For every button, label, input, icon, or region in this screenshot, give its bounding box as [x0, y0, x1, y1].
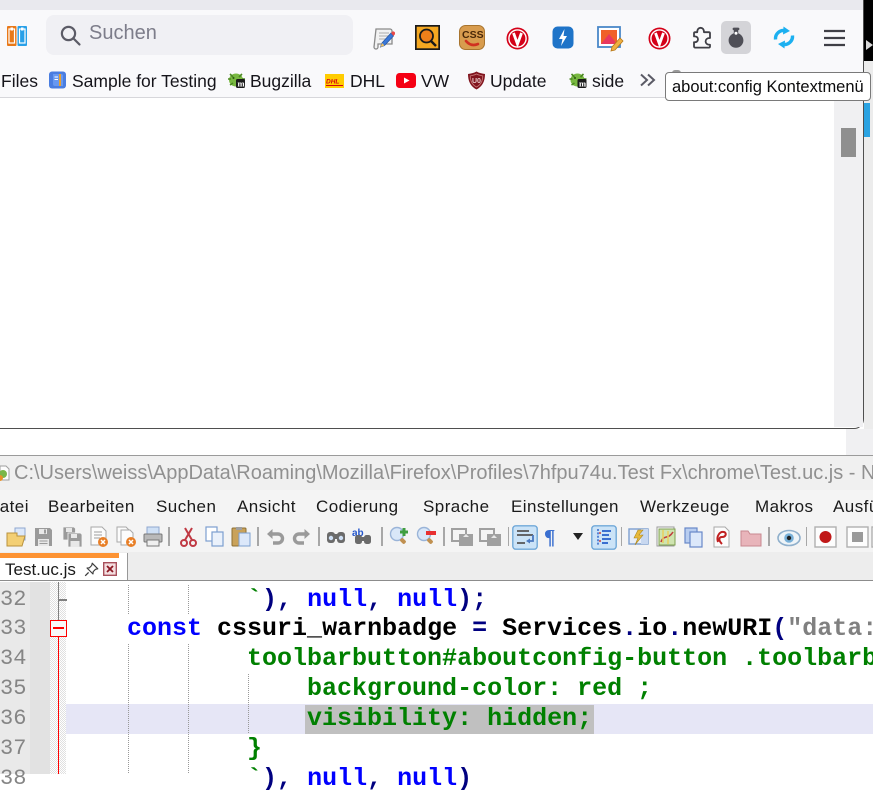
svg-text:m: m	[579, 79, 586, 89]
svg-text:¶: ¶	[544, 526, 555, 548]
svg-text:m: m	[238, 79, 245, 89]
svg-text:DHL: DHL	[326, 79, 339, 86]
svg-text:CSS: CSS	[462, 29, 484, 41]
svg-text:U0: U0	[472, 78, 481, 85]
